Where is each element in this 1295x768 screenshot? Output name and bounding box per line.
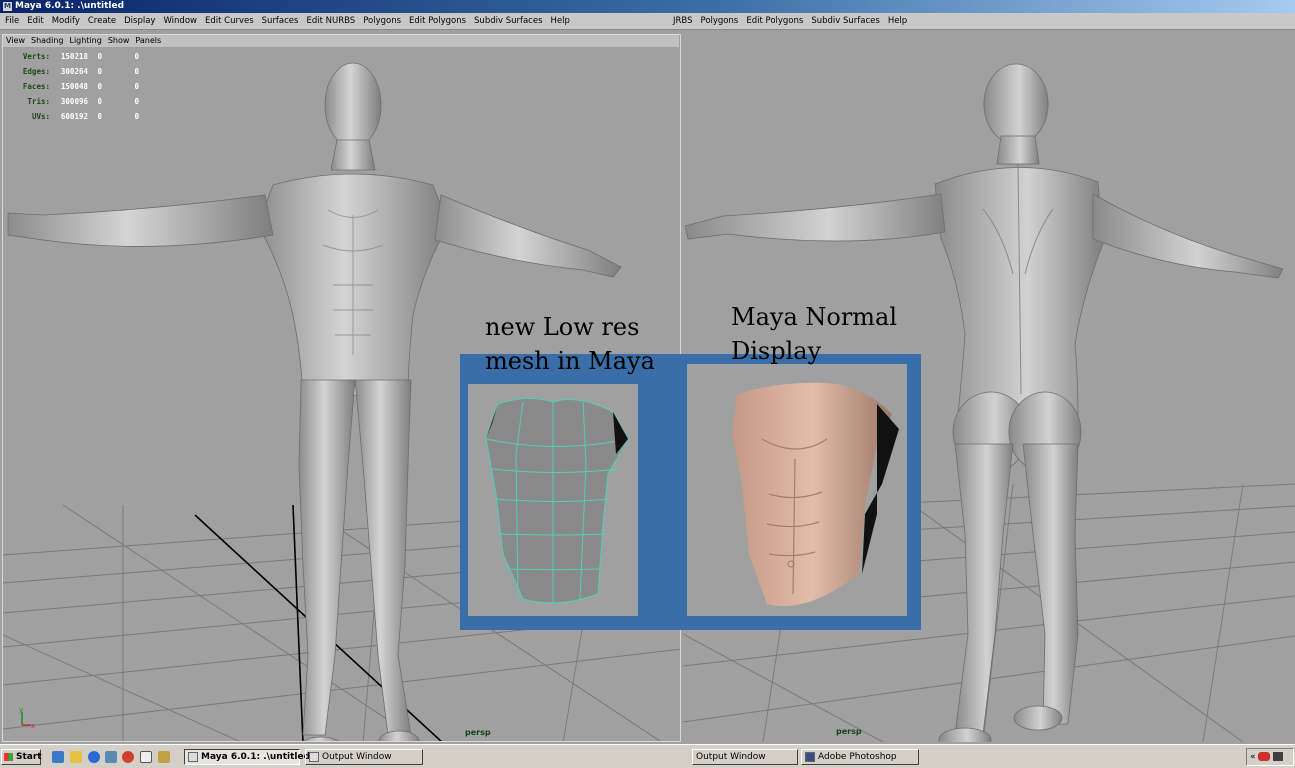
menu-edit-polygons-right[interactable]: Edit Polygons (742, 13, 807, 29)
menu-modify[interactable]: Modify (48, 13, 84, 29)
tray-app-icon[interactable] (1258, 752, 1271, 761)
menu-edit-curves[interactable]: Edit Curves (201, 13, 258, 29)
panel-menu-view[interactable]: View (3, 35, 28, 47)
title-bar: M Maya 6.0.1: .\untitled (0, 0, 1295, 13)
menu-edit-nurbs[interactable]: Edit NURBS (302, 13, 359, 29)
menu-display[interactable]: Display (120, 13, 159, 29)
maya-icon (188, 752, 198, 762)
window-title: Maya 6.0.1: .\untitled (15, 1, 125, 11)
panel-menu-shading[interactable]: Shading (28, 35, 67, 47)
caption-normal-line-1: Maya Normal (731, 303, 898, 331)
panel-menu-lighting[interactable]: Lighting (66, 35, 104, 47)
menu-polygons[interactable]: Polygons (359, 13, 405, 29)
menu-edit-polygons[interactable]: Edit Polygons (405, 13, 470, 29)
axis-indicator-icon: y x (19, 707, 35, 730)
camera-label-right: persp (836, 727, 862, 736)
quick-launch-pen-icon[interactable] (158, 751, 170, 763)
svg-text:x: x (31, 722, 35, 730)
low-res-torso-wireframe (485, 398, 629, 604)
task-output-window-1[interactable]: Output Window (305, 749, 423, 765)
panel-menu-panels[interactable]: Panels (132, 35, 164, 47)
tray-volume-icon[interactable] (1273, 752, 1284, 761)
normal-mapped-torso (732, 382, 899, 606)
menu-help[interactable]: Help (547, 13, 574, 29)
quick-launch-ie-icon[interactable] (88, 751, 100, 763)
maya-icon[interactable]: M (3, 2, 12, 11)
normal-display-panel (687, 364, 907, 616)
window-icon (309, 752, 319, 762)
quick-launch-browser-icon[interactable] (52, 751, 64, 763)
caption-low-res-mesh: new Low res mesh in Maya (485, 310, 655, 378)
quick-launch-outlook-icon[interactable] (70, 751, 82, 763)
low-res-mesh-panel (468, 384, 638, 616)
menu-polygons-right[interactable]: Polygons (697, 13, 743, 29)
menu-file[interactable]: File (1, 13, 23, 29)
start-button[interactable]: Start (1, 749, 42, 765)
menu-help-right[interactable]: Help (884, 13, 911, 29)
task-adobe-photoshop[interactable]: Adobe Photoshop (801, 749, 919, 765)
menu-surfaces[interactable]: Surfaces (258, 13, 303, 29)
menu-window[interactable]: Window (159, 13, 201, 29)
panel-menu-show[interactable]: Show (105, 35, 133, 47)
comparison-overlay (460, 354, 921, 630)
camera-label-left: persp (465, 728, 491, 737)
menu-edit[interactable]: Edit (23, 13, 47, 29)
svg-text:y: y (19, 707, 23, 714)
photoshop-icon (805, 752, 815, 762)
menu-subdiv-surfaces-right[interactable]: Subdiv Surfaces (807, 13, 883, 29)
quick-launch-chrome-icon[interactable] (122, 751, 134, 763)
taskbar: Start Maya 6.0.1: .\untitled Output Wind… (0, 744, 1295, 768)
quick-launch-figure-icon[interactable] (140, 751, 152, 763)
caption-low-res-line-2: mesh in Maya (485, 347, 655, 375)
tray-expand-button[interactable]: « (1250, 752, 1256, 762)
task-output-window-2[interactable]: Output Window (692, 749, 798, 765)
menu-bar: File Edit Modify Create Display Window Edit Cu… (0, 13, 1295, 30)
caption-normal-display: Maya Normal Display (731, 300, 897, 368)
quick-launch-maya-icon[interactable] (105, 751, 117, 763)
caption-low-res-line-1: new Low res (485, 313, 640, 341)
menu-jrbs[interactable]: JRBS (669, 13, 697, 29)
panel-menu-bar: View Shading Lighting Show Panels (3, 35, 679, 47)
menu-create[interactable]: Create (84, 13, 120, 29)
task-maya[interactable]: Maya 6.0.1: .\untitled (184, 749, 310, 765)
menu-subdiv-surfaces[interactable]: Subdiv Surfaces (470, 13, 546, 29)
caption-normal-line-2: Display (731, 337, 822, 365)
system-tray: « (1246, 748, 1294, 766)
windows-flag-icon (4, 753, 13, 761)
